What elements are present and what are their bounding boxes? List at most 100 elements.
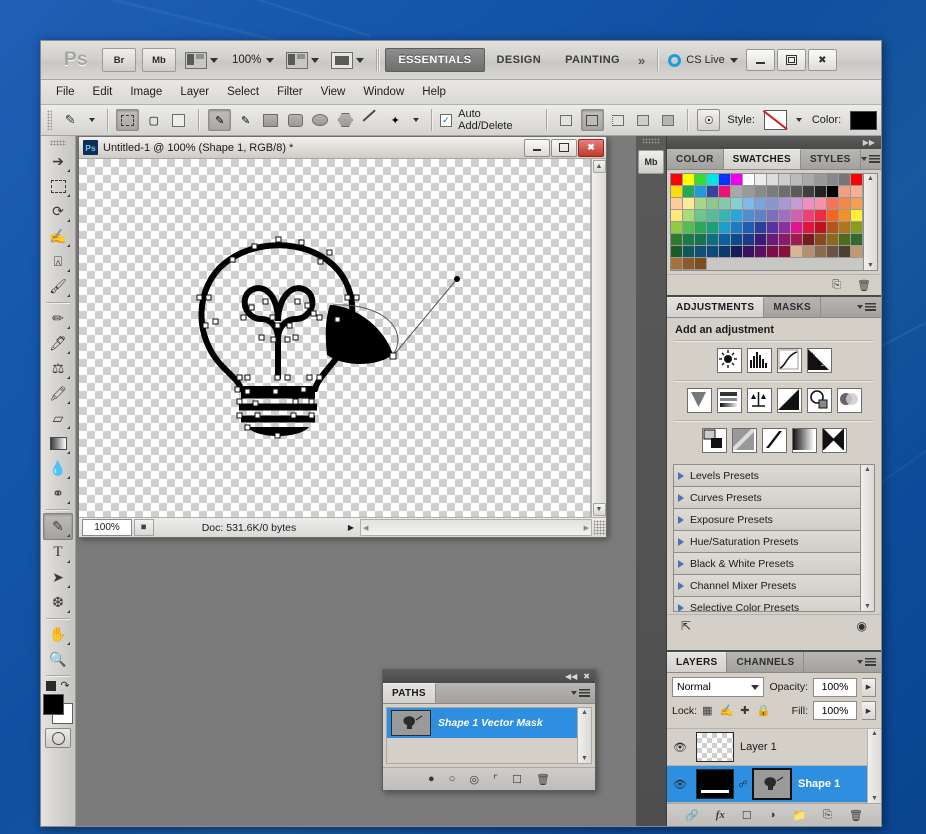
lock-transparent-pixels-icon[interactable]: ▦ — [702, 704, 712, 717]
swap-colors-icon[interactable]: ↷ — [60, 679, 69, 692]
fill-field[interactable]: 100% — [813, 701, 857, 720]
color-swatch-cell[interactable] — [683, 210, 695, 222]
workspace-tab-painting[interactable]: PAINTING — [553, 49, 632, 71]
tab-adjustments[interactable]: ADJUSTMENTS — [667, 297, 765, 317]
custom-shape-tool[interactable]: ❆ — [44, 590, 72, 615]
color-swatch-cell[interactable] — [767, 186, 779, 198]
color-swatch-cell[interactable] — [695, 222, 707, 234]
color-swatch-cell[interactable] — [707, 198, 719, 210]
color-swatch-cell[interactable] — [731, 246, 743, 258]
quick-selection-tool[interactable]: ✍ — [44, 224, 72, 249]
color-swatch-cell[interactable] — [755, 198, 767, 210]
color-swatch-cell[interactable] — [839, 222, 851, 234]
color-swatch-cell[interactable] — [827, 198, 839, 210]
color-swatch-cell[interactable] — [851, 174, 863, 186]
status-menu-icon[interactable]: ▶ — [344, 523, 358, 532]
new-layer-icon[interactable]: ⎘ — [823, 809, 832, 822]
pen-tool-button[interactable]: ✎ — [208, 109, 232, 131]
scroll-up-icon[interactable]: ▲ — [867, 175, 874, 182]
color-swatch-cell[interactable] — [719, 174, 731, 186]
color-swatch-cell[interactable] — [719, 246, 731, 258]
presets-scrollbar[interactable]: ▲ ▼ — [861, 464, 875, 612]
color-swatch-cell[interactable] — [719, 186, 731, 198]
threshold-icon[interactable] — [761, 428, 787, 453]
layer-visibility-icon[interactable]: 👁 — [670, 741, 690, 754]
color-swatch-cell[interactable] — [803, 186, 815, 198]
color-swatch-cell[interactable] — [719, 234, 731, 246]
dodge-tool[interactable]: ⚭ — [44, 481, 72, 506]
tab-channels[interactable]: CHANNELS — [727, 652, 805, 672]
marquee-tool[interactable] — [44, 174, 72, 199]
delete-layer-icon[interactable]: 🗑 — [849, 809, 863, 822]
color-swatch-cell[interactable] — [707, 210, 719, 222]
color-swatch-cell[interactable] — [671, 198, 683, 210]
color-swatch-cell[interactable] — [803, 222, 815, 234]
new-path-icon[interactable]: ☐ — [512, 773, 522, 786]
color-swatch-cell[interactable] — [791, 174, 803, 186]
color-swatch-cell[interactable] — [803, 174, 815, 186]
color-swatch-cell[interactable] — [827, 222, 839, 234]
preset-row[interactable]: Black & White Presets — [674, 553, 860, 575]
color-swatch-cell[interactable] — [779, 234, 791, 246]
chevron-down-icon[interactable] — [412, 118, 419, 122]
hand-tool[interactable]: ✋ — [44, 622, 72, 647]
adjustments-panel-menu-button[interactable] — [857, 297, 881, 317]
color-swatch-cell[interactable] — [743, 198, 755, 210]
swatches-panel-menu-button[interactable] — [860, 149, 885, 169]
color-swatch-cell[interactable] — [851, 198, 863, 210]
delete-path-icon[interactable]: 🗑 — [536, 773, 550, 786]
color-swatch-cell[interactable] — [755, 186, 767, 198]
color-swatch-cell[interactable] — [791, 210, 803, 222]
clone-stamp-tool[interactable]: ⚖ — [44, 356, 72, 381]
color-swatch-cell[interactable] — [815, 246, 827, 258]
color-swatch-cell[interactable] — [743, 186, 755, 198]
screen-mode-menu[interactable] — [329, 48, 366, 72]
new-group-icon[interactable]: 📁 — [792, 809, 806, 822]
horizontal-type-tool[interactable]: T — [44, 540, 72, 565]
canvas-horizontal-scrollbar[interactable]: ◀ ▶ — [360, 519, 592, 536]
color-swatch-cell[interactable] — [695, 258, 707, 270]
load-selection-icon[interactable]: ◎ — [469, 773, 479, 786]
layer-thumbnail[interactable] — [696, 769, 734, 799]
color-swatch-cell[interactable] — [827, 246, 839, 258]
color-swatch-cell[interactable] — [779, 174, 791, 186]
color-swatch-cell[interactable] — [851, 246, 863, 258]
opacity-stepper[interactable]: ▶ — [862, 677, 876, 697]
color-swatch-cell[interactable] — [767, 234, 779, 246]
adjustment-layer-icon[interactable]: ◑ — [769, 809, 776, 821]
style-swatch[interactable] — [763, 110, 787, 130]
pen-tool[interactable]: ✎ — [43, 513, 73, 540]
polygon-icon[interactable] — [335, 110, 356, 130]
move-tool[interactable]: ➔ — [44, 149, 72, 174]
menu-help[interactable]: Help — [413, 82, 455, 102]
paths-row-shape1-vector-mask[interactable]: Shape 1 Vector Mask — [387, 708, 577, 738]
color-swatch-cell[interactable] — [695, 198, 707, 210]
delete-swatch-icon[interactable]: 🗑 — [857, 279, 871, 292]
document-title-bar[interactable]: Ps Untitled-1 @ 100% (Shape 1, RGB/8) * … — [79, 137, 606, 159]
color-swatch-cell[interactable] — [683, 198, 695, 210]
freeform-pen-icon[interactable]: ✎ — [235, 110, 256, 130]
more-workspaces-icon[interactable]: » — [632, 53, 651, 68]
color-swatch-cell[interactable] — [695, 234, 707, 246]
shape-layers-icon[interactable] — [116, 109, 140, 131]
color-swatch-cell[interactable] — [683, 246, 695, 258]
eraser-tool[interactable]: ▱ — [44, 406, 72, 431]
color-swatch-cell[interactable] — [743, 210, 755, 222]
tab-paths[interactable]: PATHS — [383, 683, 436, 703]
combine-shapes-icon[interactable] — [658, 110, 679, 130]
color-swatch-cell[interactable] — [791, 186, 803, 198]
preset-row[interactable]: Exposure Presets — [674, 509, 860, 531]
expand-panels-icon[interactable]: ▶▶ — [863, 138, 875, 147]
color-swatch-cell[interactable] — [755, 246, 767, 258]
color-swatch-cell[interactable] — [683, 186, 695, 198]
color-swatch-cell[interactable] — [815, 198, 827, 210]
layer-visibility-icon[interactable]: 👁 — [670, 778, 690, 791]
geometry-options-icon[interactable]: ☉ — [697, 109, 721, 131]
spot-healing-brush-tool[interactable]: ✏ — [44, 306, 72, 331]
color-swatch-cell[interactable] — [707, 222, 719, 234]
color-swatch-cell[interactable] — [743, 234, 755, 246]
color-swatch-cell[interactable] — [671, 210, 683, 222]
zoom-level-menu[interactable]: 100% — [228, 48, 276, 72]
menu-filter[interactable]: Filter — [268, 82, 312, 102]
menu-file[interactable]: File — [47, 82, 84, 102]
